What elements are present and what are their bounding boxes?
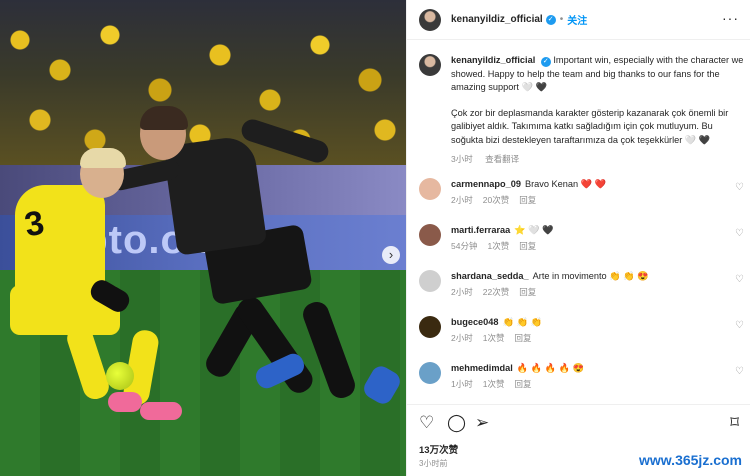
reply-button[interactable]: 回复 — [519, 241, 536, 251]
comment-username[interactable]: carmennapo_09 — [451, 179, 521, 189]
comment-time: 2小时 — [451, 287, 473, 297]
follow-button[interactable]: 关注 — [567, 12, 587, 27]
comment-text: 🔥 🔥 🔥 🔥 😍 — [516, 363, 585, 373]
chevron-right-icon[interactable]: › — [382, 246, 400, 264]
comment-time: 2小时 — [451, 195, 473, 205]
reply-button[interactable]: 回复 — [514, 333, 531, 343]
reply-button[interactable]: 回复 — [519, 287, 536, 297]
comment-text: Arte in movimento 👏 👏 😍 — [532, 271, 649, 281]
heart-icon[interactable]: ♡ — [419, 413, 434, 433]
watermark: www.365jz.com — [639, 452, 742, 468]
separator-dot: • — [559, 14, 564, 25]
comment-likes[interactable]: 22次赞 — [483, 287, 509, 297]
header-username[interactable]: kenanyildiz_official — [451, 14, 543, 25]
reply-button[interactable]: 回复 — [519, 195, 536, 205]
post-sidebar: kenanyildiz_official ✓ • 关注 ··· kenanyil… — [406, 0, 750, 476]
translate-link[interactable]: 查看翻译 — [485, 154, 519, 164]
comment-likes[interactable]: 20次赞 — [483, 195, 509, 205]
action-bar: ♡ ◯ ➢ ⌑ — [407, 404, 750, 438]
bookmark-icon[interactable]: ⌑ — [730, 413, 739, 433]
reply-button[interactable]: 回复 — [514, 379, 531, 389]
player-yellow-hair — [80, 148, 126, 168]
send-icon[interactable]: ➢ — [475, 413, 489, 433]
heart-icon[interactable]: ♡ — [735, 366, 744, 377]
avatar[interactable] — [419, 54, 441, 76]
caption-text-tr: Çok zor bir deplasmanda karakter gösteri… — [451, 107, 729, 145]
comment-item: carmennapo_09 Bravo Kenan ❤️ ❤️ 2小时 20次赞 回复… — [419, 178, 744, 206]
comment-item: shardana_sedda_ Arte in movimento 👏 👏 😍 2… — [419, 270, 744, 298]
comment-username[interactable]: mehmedimdal — [451, 363, 513, 373]
player-dark-hair — [140, 106, 188, 130]
comment-likes[interactable]: 1次赞 — [483, 333, 505, 343]
avatar[interactable] — [419, 362, 441, 384]
comment-time: 54分钟 — [451, 241, 478, 251]
football — [106, 362, 134, 390]
verified-icon: ✓ — [540, 57, 551, 67]
avatar[interactable] — [419, 224, 441, 246]
avatar[interactable] — [419, 270, 441, 292]
heart-icon[interactable]: ♡ — [735, 274, 744, 285]
comment-item: bugece048 👏 👏 👏 2小时 1次赞 回复 ♡ — [419, 316, 744, 344]
comment-item: marti.ferraraa ⭐ 🤍 🖤 54分钟 1次赞 回复 ♡ — [419, 224, 744, 252]
like-count[interactable]: 13万次赞 — [419, 442, 458, 456]
verified-icon: ✓ — [545, 14, 556, 25]
heart-icon[interactable]: ♡ — [735, 182, 744, 193]
caption-username[interactable]: kenanyildiz_official — [451, 55, 535, 65]
heart-icon[interactable]: ♡ — [735, 320, 744, 331]
comment-item: mehmedimdal 🔥 🔥 🔥 🔥 😍 1小时 1次赞 回复 ♡ — [419, 362, 744, 390]
post-header: kenanyildiz_official ✓ • 关注 ··· — [407, 0, 750, 40]
comment-username[interactable]: bugece048 — [451, 317, 499, 327]
comment-likes[interactable]: 1次赞 — [487, 241, 509, 251]
comment-time: 1小时 — [451, 379, 473, 389]
avatar[interactable] — [419, 8, 441, 31]
comment-icon[interactable]: ◯ — [447, 413, 466, 433]
comment-text: ⭐ 🤍 🖤 — [514, 225, 554, 235]
instagram-post-viewer: ypto.om 3 › kenanyildiz_official ✓ • 关注 … — [0, 0, 750, 476]
player-yellow-boot — [108, 392, 142, 412]
heart-icon[interactable]: ♡ — [735, 228, 744, 239]
more-options-icon[interactable]: ··· — [722, 10, 739, 26]
avatar[interactable] — [419, 178, 441, 200]
post-caption: kenanyildiz_official ✓ Important win, es… — [419, 54, 744, 167]
comment-username[interactable]: marti.ferraraa — [451, 225, 510, 235]
comment-likes[interactable]: 1次赞 — [483, 379, 505, 389]
post-time: 3小时前 — [419, 459, 448, 468]
comment-time: 2小时 — [451, 333, 473, 343]
post-photo[interactable]: ypto.om 3 › — [0, 0, 406, 476]
comment-username[interactable]: shardana_sedda_ — [451, 271, 529, 281]
comment-text: Bravo Kenan ❤️ ❤️ — [524, 179, 607, 189]
comment-text: 👏 👏 👏 — [502, 317, 542, 327]
avatar[interactable] — [419, 316, 441, 338]
player-yellow-boot — [140, 402, 182, 420]
caption-time: 3小时 — [451, 154, 473, 164]
